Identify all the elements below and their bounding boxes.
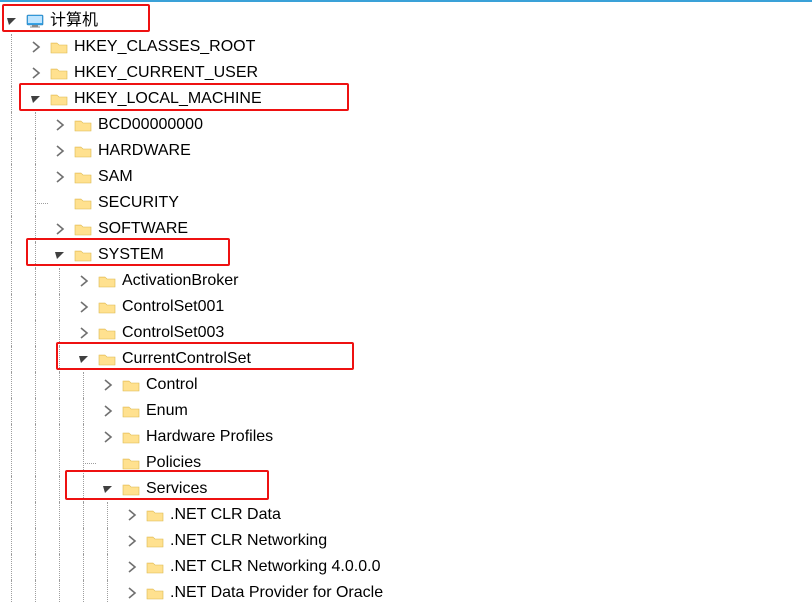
folder-icon [146, 584, 164, 602]
folder-icon [146, 558, 164, 576]
tree-item-bcd[interactable]: BCD00000000 [0, 112, 812, 138]
folder-icon [74, 168, 92, 186]
chevron-right-icon[interactable] [52, 117, 68, 133]
tree-item-activationbroker[interactable]: ActivationBroker [0, 268, 812, 294]
tree-label: ActivationBroker [122, 273, 239, 289]
tree-label: SOFTWARE [98, 221, 188, 237]
tree-item-control[interactable]: Control [0, 372, 812, 398]
chevron-right-icon[interactable] [76, 325, 92, 341]
folder-icon [122, 480, 140, 498]
chevron-right-icon[interactable] [52, 169, 68, 185]
folder-icon [98, 298, 116, 316]
folder-icon [50, 38, 68, 56]
tree-label: Policies [146, 455, 201, 471]
chevron-right-icon[interactable] [124, 559, 140, 575]
folder-icon [122, 402, 140, 420]
tree-label: CurrentControlSet [122, 351, 251, 367]
tree-item-security[interactable]: SECURITY [0, 190, 812, 216]
tree-item-hkcr[interactable]: HKEY_CLASSES_ROOT [0, 34, 812, 60]
folder-icon [122, 454, 140, 472]
chevron-down-icon[interactable] [28, 91, 44, 107]
tree-label: .NET CLR Data [170, 507, 281, 523]
tree-item-currentcontrolset[interactable]: CurrentControlSet [0, 346, 812, 372]
registry-tree: 计算机 HKEY_CLASSES_ROOT HKEY_CURRENT_USER … [0, 2, 812, 602]
chevron-right-icon[interactable] [100, 403, 116, 419]
chevron-down-icon[interactable] [4, 13, 20, 29]
folder-icon [146, 532, 164, 550]
tree-label: .NET CLR Networking [170, 533, 327, 549]
chevron-right-icon[interactable] [28, 39, 44, 55]
folder-icon [122, 376, 140, 394]
tree-item-hwprofiles[interactable]: Hardware Profiles [0, 424, 812, 450]
tree-label: HKEY_CURRENT_USER [74, 65, 258, 81]
tree-item-services[interactable]: Services [0, 476, 812, 502]
chevron-right-icon[interactable] [76, 273, 92, 289]
chevron-right-icon[interactable] [100, 429, 116, 445]
tree-item-sam[interactable]: SAM [0, 164, 812, 190]
folder-icon [98, 272, 116, 290]
chevron-right-icon[interactable] [124, 585, 140, 601]
tree-label: Control [146, 377, 198, 393]
folder-icon [74, 194, 92, 212]
tree-label: SYSTEM [98, 247, 164, 263]
tree-label: Services [146, 481, 207, 497]
tree-item-hklm[interactable]: HKEY_LOCAL_MACHINE [0, 86, 812, 112]
folder-icon [98, 350, 116, 368]
folder-icon [74, 116, 92, 134]
tree-label: HARDWARE [98, 143, 191, 159]
tree-item-netclrnet4[interactable]: .NET CLR Networking 4.0.0.0 [0, 554, 812, 580]
tree-label: ControlSet001 [122, 299, 224, 315]
folder-icon [50, 64, 68, 82]
folder-icon [98, 324, 116, 342]
tree-item-enum[interactable]: Enum [0, 398, 812, 424]
tree-item-software[interactable]: SOFTWARE [0, 216, 812, 242]
chevron-right-icon[interactable] [100, 377, 116, 393]
tree-item-policies[interactable]: Policies [0, 450, 812, 476]
tree-item-netclrnet[interactable]: .NET CLR Networking [0, 528, 812, 554]
tree-item-system[interactable]: SYSTEM [0, 242, 812, 268]
folder-icon [74, 246, 92, 264]
chevron-right-icon[interactable] [124, 507, 140, 523]
tree-label: SECURITY [98, 195, 179, 211]
chevron-down-icon[interactable] [100, 481, 116, 497]
tree-label: BCD00000000 [98, 117, 203, 133]
chevron-right-icon[interactable] [76, 299, 92, 315]
folder-icon [146, 506, 164, 524]
chevron-down-icon[interactable] [76, 351, 92, 367]
tree-item-cs003[interactable]: ControlSet003 [0, 320, 812, 346]
chevron-right-icon[interactable] [52, 143, 68, 159]
folder-icon [74, 220, 92, 238]
chevron-down-icon[interactable] [52, 247, 68, 263]
tree-label: Enum [146, 403, 188, 419]
tree-label: SAM [98, 169, 133, 185]
tree-label: .NET Data Provider for Oracle [170, 585, 383, 601]
tree-item-computer[interactable]: 计算机 [0, 8, 812, 34]
computer-icon [26, 12, 44, 30]
tree-item-hkcu[interactable]: HKEY_CURRENT_USER [0, 60, 812, 86]
folder-icon [50, 90, 68, 108]
chevron-right-icon[interactable] [124, 533, 140, 549]
tree-label: HKEY_CLASSES_ROOT [74, 39, 255, 55]
tree-item-netclrdata[interactable]: .NET CLR Data [0, 502, 812, 528]
tree-item-hardware[interactable]: HARDWARE [0, 138, 812, 164]
tree-label: HKEY_LOCAL_MACHINE [74, 91, 262, 107]
tree-label: Hardware Profiles [146, 429, 273, 445]
chevron-right-icon[interactable] [52, 221, 68, 237]
tree-label: ControlSet003 [122, 325, 224, 341]
folder-icon [122, 428, 140, 446]
tree-label: .NET CLR Networking 4.0.0.0 [170, 559, 380, 575]
tree-item-cs001[interactable]: ControlSet001 [0, 294, 812, 320]
folder-icon [74, 142, 92, 160]
tree-item-netoracle[interactable]: .NET Data Provider for Oracle [0, 580, 812, 602]
chevron-right-icon[interactable] [28, 65, 44, 81]
tree-label: 计算机 [50, 13, 98, 29]
